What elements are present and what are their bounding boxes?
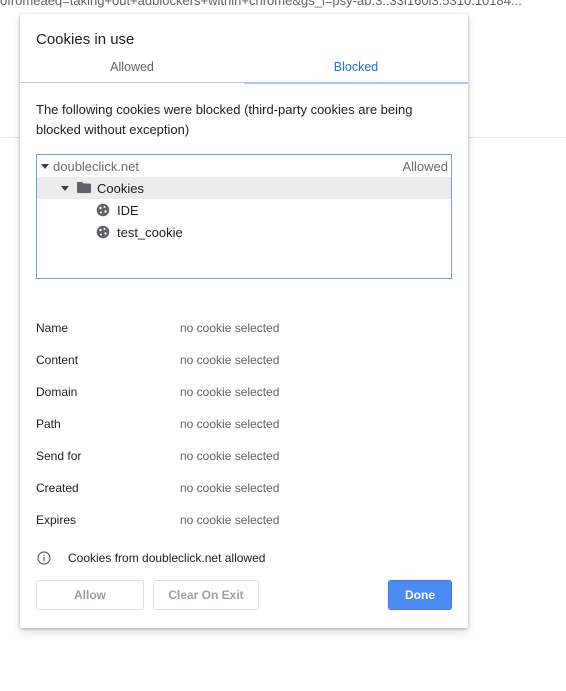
tab-allowed[interactable]: Allowed xyxy=(20,60,244,82)
folder-label: Cookies xyxy=(97,181,144,196)
detail-label-created: Created xyxy=(36,481,79,495)
clear-on-exit-button[interactable]: Clear On Exit xyxy=(153,580,259,610)
detail-value-path: no cookie selected xyxy=(180,417,280,431)
tab-blocked[interactable]: Blocked xyxy=(244,60,468,84)
cookie-name: IDE xyxy=(117,203,139,218)
blocked-description: The following cookies were blocked (thir… xyxy=(36,102,413,137)
domain-status: Allowed xyxy=(402,159,448,174)
domain-label: doubleclick.net xyxy=(53,159,139,174)
cookie-tree[interactable]: doubleclick.net Allowed Cookies IDE test… xyxy=(36,154,452,279)
cookie-icon xyxy=(96,203,110,217)
tree-row-domain[interactable]: doubleclick.net Allowed xyxy=(37,155,451,177)
info-icon xyxy=(37,551,51,565)
detail-label-expires: Expires xyxy=(36,513,77,527)
allow-button[interactable]: Allow xyxy=(36,580,144,610)
info-message: Cookies from doubleclick.net allowed xyxy=(68,551,266,565)
detail-label-content: Content xyxy=(36,353,79,367)
tree-row-folder[interactable]: Cookies xyxy=(37,177,451,199)
dialog-title: Cookies in use xyxy=(36,31,135,48)
background-url-text: ofromeaeq=taking+out+adblockers+within+c… xyxy=(0,0,522,8)
detail-value-content: no cookie selected xyxy=(180,353,280,367)
folder-icon xyxy=(77,182,91,193)
detail-value-name: no cookie selected xyxy=(180,321,280,335)
detail-value-send-for: no cookie selected xyxy=(180,449,280,463)
cookies-dialog: Cookies in use Allowed Blocked The follo… xyxy=(20,14,468,628)
detail-label-name: Name xyxy=(36,321,69,335)
detail-label-path: Path xyxy=(36,417,61,431)
detail-value-expires: no cookie selected xyxy=(180,513,280,527)
cookie-icon xyxy=(96,225,110,239)
expand-triangle-icon[interactable] xyxy=(61,186,69,191)
detail-label-domain: Domain xyxy=(36,385,78,399)
tree-row-cookie[interactable]: IDE xyxy=(37,199,451,221)
tree-row-cookie[interactable]: test_cookie xyxy=(37,221,451,243)
done-button[interactable]: Done xyxy=(388,580,452,610)
cookie-name: test_cookie xyxy=(117,225,183,240)
detail-label-send-for: Send for xyxy=(36,449,82,463)
expand-triangle-icon[interactable] xyxy=(41,164,49,169)
detail-value-domain: no cookie selected xyxy=(180,385,280,399)
detail-value-created: no cookie selected xyxy=(180,481,280,495)
tab-bar: Allowed Blocked xyxy=(20,60,468,84)
